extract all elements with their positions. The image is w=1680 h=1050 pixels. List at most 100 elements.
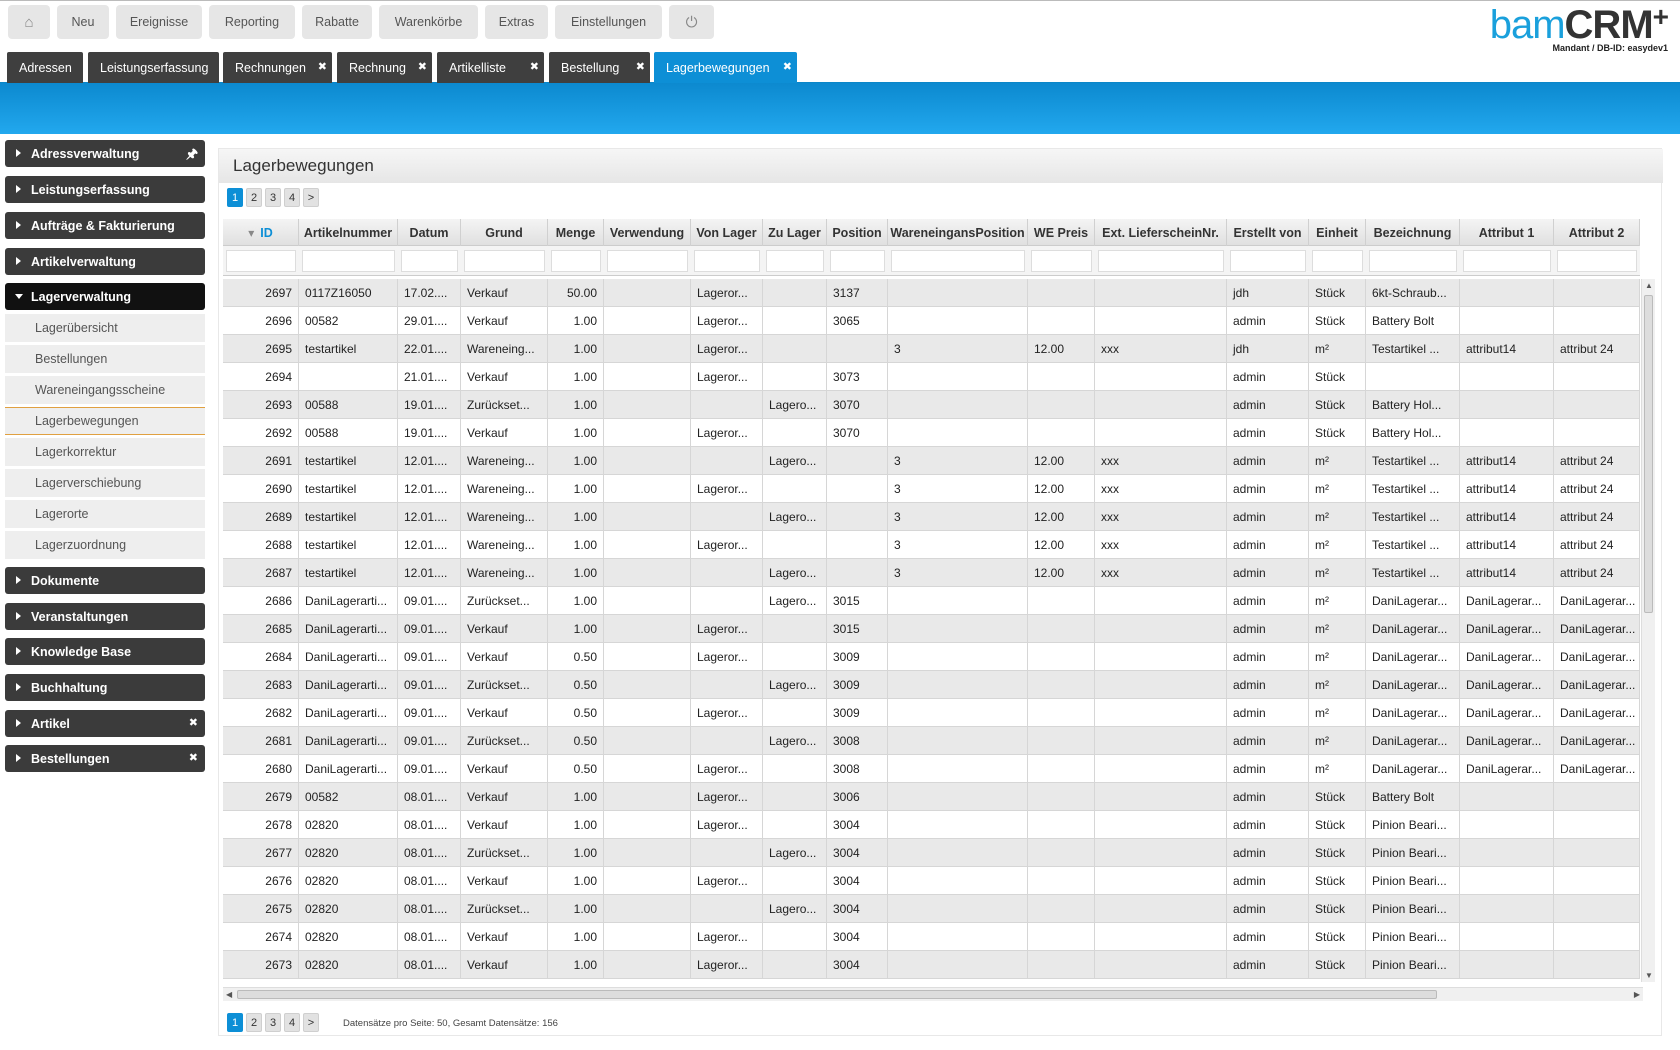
close-icon[interactable]: ✖ [530, 60, 539, 73]
table-row[interactable]: 2686 DaniLagerarti... 09.01.... Zurückset..… [223, 587, 1640, 615]
column-header-einheit[interactable]: Einheit [1309, 219, 1366, 246]
nav-neu-button[interactable]: Neu [57, 5, 109, 39]
tab-bestellung[interactable]: Bestellung ✖ [549, 52, 650, 83]
table-row[interactable]: 2674 02820 08.01.... Verkauf 1.00 Lageror... 3… [223, 923, 1640, 951]
page-button[interactable]: 3 [265, 188, 281, 207]
column-header-bezeichnung[interactable]: Bezeichnung [1366, 219, 1460, 246]
page-button[interactable]: 4 [284, 1013, 300, 1032]
nav-extras-button[interactable]: Extras [485, 5, 548, 39]
tab-rechnungen[interactable]: Rechnungen ✖ [223, 52, 332, 83]
sidebar-item-lagerzuordnung[interactable]: Lagerzuordnung [5, 531, 205, 559]
table-row[interactable]: 2694 21.01.... Verkauf 1.00 Lageror... 3073 ad… [223, 363, 1640, 391]
sidebar-group-auftraege-fakturierung[interactable]: Aufträge & Fakturierung [5, 212, 205, 239]
column-header-position[interactable]: Position [827, 219, 888, 246]
table-row[interactable]: 2677 02820 08.01.... Zurückset... 1.00 Lagero… [223, 839, 1640, 867]
filter-input-verwendung[interactable] [607, 250, 688, 272]
vertical-scrollbar[interactable]: ▲ ▼ [1641, 279, 1655, 982]
scroll-up-icon[interactable]: ▲ [1645, 281, 1653, 290]
column-header-zu-lager[interactable]: Zu Lager [763, 219, 827, 246]
tab-artikelliste[interactable]: Artikelliste ✖ [437, 52, 544, 83]
column-header-von-lager[interactable]: Von Lager [691, 219, 763, 246]
column-header-erstellt-von[interactable]: Erstellt von [1227, 219, 1309, 246]
tab-adressen[interactable]: Adressen [7, 52, 83, 83]
filter-input-ext-lieferscheinnr[interactable] [1098, 250, 1224, 272]
close-icon[interactable]: ✖ [189, 716, 198, 729]
filter-input-we-preis[interactable] [1031, 250, 1092, 272]
scroll-down-icon[interactable]: ▼ [1645, 971, 1653, 980]
sidebar-group-artikelverwaltung[interactable]: Artikelverwaltung [5, 248, 205, 275]
filter-input-id[interactable] [226, 250, 296, 272]
sidebar-item-bestellungen[interactable]: Bestellungen [5, 345, 205, 373]
next-page-button[interactable]: > [303, 188, 319, 207]
nav-warenkoerbe-button[interactable]: Warenkörbe [379, 5, 478, 39]
filter-input-grund[interactable] [464, 250, 545, 272]
column-header-we-preis[interactable]: WE Preis [1028, 219, 1095, 246]
tab-leistungserfassung[interactable]: Leistungserfassung [88, 52, 219, 83]
sidebar-group-leistungserfassung[interactable]: Leistungserfassung [5, 176, 205, 203]
next-page-button[interactable]: > [303, 1013, 319, 1032]
scroll-left-icon[interactable]: ◀ [226, 990, 232, 999]
table-row[interactable]: 2673 02820 08.01.... Verkauf 1.00 Lageror... 3… [223, 951, 1640, 979]
table-row[interactable]: 2689 testartikel 12.01.... Wareneing... 1.00… [223, 503, 1640, 531]
column-header-wareneingansposition[interactable]: WareneingansPosition [888, 219, 1028, 246]
column-header-artikelnummer[interactable]: Artikelnummer [299, 219, 398, 246]
filter-input-attribut-2[interactable] [1557, 250, 1637, 272]
nav-reporting-button[interactable]: Reporting [209, 5, 295, 39]
sidebar-group-adressverwaltung[interactable]: Adressverwaltung 🖈 [5, 140, 205, 167]
table-row[interactable]: 2688 testartikel 12.01.... Wareneing... 1.00… [223, 531, 1640, 559]
horizontal-scrollbar[interactable]: ◀ ▶ [223, 987, 1643, 1001]
sidebar-group-knowledge-base[interactable]: Knowledge Base [5, 638, 205, 665]
column-header-attribut-2[interactable]: Attribut 2 [1554, 219, 1640, 246]
filter-input-erstellt-von[interactable] [1230, 250, 1306, 272]
column-header-grund[interactable]: Grund [461, 219, 548, 246]
table-row[interactable]: 2675 02820 08.01.... Zurückset... 1.00 Lagero… [223, 895, 1640, 923]
table-row[interactable]: 2684 DaniLagerarti... 09.01.... Verkauf 0.50… [223, 643, 1640, 671]
filter-input-wareneingansposition[interactable] [891, 250, 1025, 272]
table-row[interactable]: 2697 0117Z16050 17.02.... Verkauf 50.00 Lager… [223, 279, 1640, 307]
page-button[interactable]: 1 [227, 1013, 243, 1032]
table-row[interactable]: 2696 00582 29.01.... Verkauf 1.00 Lageror... 3… [223, 307, 1640, 335]
nav-rabatte-button[interactable]: Rabatte [302, 5, 372, 39]
table-row[interactable]: 2695 testartikel 22.01.... Wareneing... 1.00… [223, 335, 1640, 363]
column-header-verwendung[interactable]: Verwendung [604, 219, 691, 246]
table-row[interactable]: 2687 testartikel 12.01.... Wareneing... 1.00… [223, 559, 1640, 587]
close-icon[interactable]: ✖ [318, 60, 327, 73]
tab-rechnung[interactable]: Rechnung ✖ [337, 52, 432, 83]
table-row[interactable]: 2682 DaniLagerarti... 09.01.... Verkauf 0.50… [223, 699, 1640, 727]
power-button[interactable]: ⏻ [669, 5, 714, 39]
page-button[interactable]: 3 [265, 1013, 281, 1032]
table-row[interactable]: 2679 00582 08.01.... Verkauf 1.00 Lageror... 3… [223, 783, 1640, 811]
column-header-datum[interactable]: Datum [398, 219, 461, 246]
column-header-attribut-1[interactable]: Attribut 1 [1460, 219, 1554, 246]
sidebar-item-lagerorte[interactable]: Lagerorte [5, 500, 205, 528]
home-button[interactable]: ⌂ [8, 5, 50, 39]
close-icon[interactable]: ✖ [636, 60, 645, 73]
nav-einstellungen-button[interactable]: Einstellungen [555, 5, 662, 39]
filter-input-attribut-1[interactable] [1463, 250, 1551, 272]
table-row[interactable]: 2683 DaniLagerarti... 09.01.... Zurückset..… [223, 671, 1640, 699]
filter-input-zu-lager[interactable] [766, 250, 824, 272]
table-row[interactable]: 2693 00588 19.01.... Zurückset... 1.00 Lagero… [223, 391, 1640, 419]
scrollbar-thumb[interactable] [237, 990, 1437, 999]
scroll-right-icon[interactable]: ▶ [1634, 990, 1640, 999]
column-header-menge[interactable]: Menge [548, 219, 604, 246]
filter-input-einheit[interactable] [1312, 250, 1363, 272]
column-header-ext-lieferscheinnr[interactable]: Ext. LieferscheinNr. [1095, 219, 1227, 246]
close-icon[interactable]: ✖ [418, 60, 427, 73]
filter-input-position[interactable] [830, 250, 885, 272]
table-row[interactable]: 2690 testartikel 12.01.... Wareneing... 1.00… [223, 475, 1640, 503]
table-row[interactable]: 2681 DaniLagerarti... 09.01.... Zurückset..… [223, 727, 1640, 755]
filter-input-datum[interactable] [401, 250, 458, 272]
table-row[interactable]: 2678 02820 08.01.... Verkauf 1.00 Lageror... 3… [223, 811, 1640, 839]
page-button[interactable]: 2 [246, 188, 262, 207]
table-row[interactable]: 2692 00588 19.01.... Verkauf 1.00 Lageror... 3… [223, 419, 1640, 447]
sidebar-group-bestellungen[interactable]: Bestellungen ✖ [5, 745, 205, 772]
pin-icon[interactable]: 🖈 [186, 145, 198, 167]
filter-input-von-lager[interactable] [694, 250, 760, 272]
sidebar-group-lagerverwaltung[interactable]: Lagerverwaltung [5, 283, 205, 310]
sort-descending-icon[interactable]: ▾ [248, 226, 254, 240]
sidebar-group-artikel[interactable]: Artikel ✖ [5, 710, 205, 737]
close-icon[interactable]: ✖ [783, 60, 792, 73]
sidebar-group-veranstaltungen[interactable]: Veranstaltungen [5, 603, 205, 630]
page-button[interactable]: 1 [227, 188, 243, 207]
